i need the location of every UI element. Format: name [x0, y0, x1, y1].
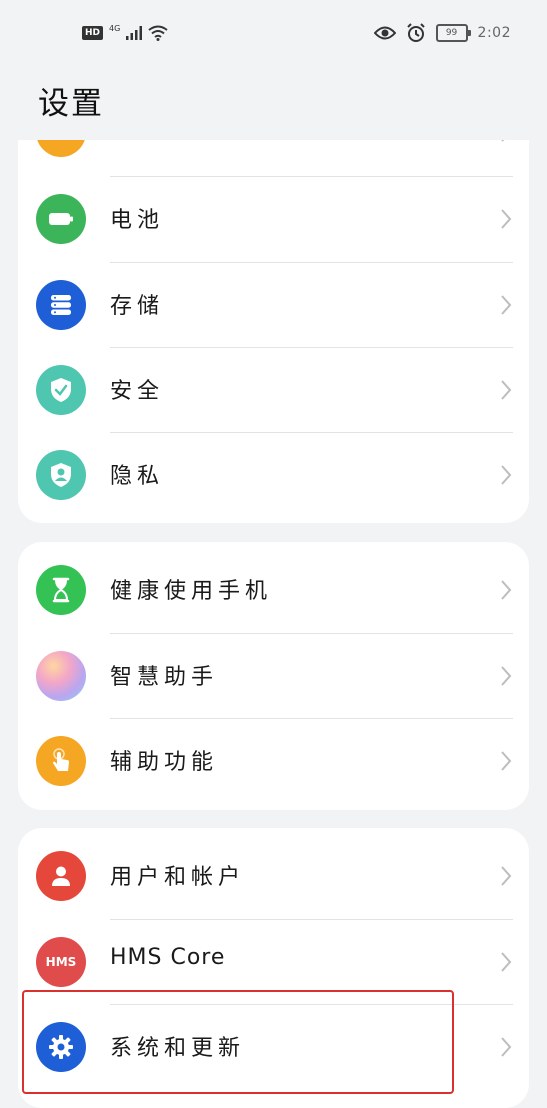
- chevron-right-icon: [501, 866, 512, 886]
- chevron-right-icon: [501, 209, 512, 229]
- chevron-right-icon: [501, 465, 512, 485]
- battery-indicator: 99: [435, 24, 471, 42]
- settings-item-label: 辅助功能: [110, 750, 219, 775]
- chevron-right-icon: [501, 140, 505, 142]
- storage-icon: [36, 280, 86, 330]
- settings-item-storage[interactable]: 存储: [18, 263, 529, 348]
- chevron-right-icon: [501, 295, 512, 315]
- signal-icon: [126, 26, 143, 40]
- chevron-right-icon: [501, 580, 512, 600]
- settings-item-label: 健康使用手机: [110, 579, 273, 604]
- assistant-orb-icon: [36, 651, 86, 701]
- hourglass-icon: [36, 565, 86, 615]
- chevron-right-icon: [501, 952, 512, 972]
- hms-icon: HMS: [36, 937, 86, 987]
- settings-item-digital-balance[interactable]: 健康使用手机: [18, 548, 529, 633]
- eye-icon: [373, 26, 396, 40]
- settings-item-label: 电池: [110, 208, 165, 233]
- settings-group-1: 电池 存储 安全 隐私: [18, 140, 529, 523]
- hd-badge: HD: [82, 26, 104, 40]
- wifi-icon: [148, 25, 168, 41]
- settings-item-label: HMS Core: [110, 945, 226, 970]
- settings-item-label: 用户和帐户: [110, 865, 246, 890]
- page-title: 设置: [38, 86, 104, 122]
- clock: 2:02: [477, 25, 511, 41]
- settings-item-label: 隐私: [110, 464, 165, 489]
- privacy-icon: [36, 450, 86, 500]
- settings-item-assistant[interactable]: 智慧助手: [18, 634, 529, 719]
- chevron-right-icon: [501, 380, 512, 400]
- orange-partial-icon: [36, 140, 86, 157]
- settings-item-privacy[interactable]: 隐私: [18, 433, 529, 518]
- battery-icon: [36, 194, 86, 244]
- alarm-icon: [406, 23, 425, 42]
- settings-item-label: 智慧助手: [110, 665, 219, 690]
- settings-item-partial[interactable]: [18, 140, 529, 175]
- network-type: 4G: [109, 23, 121, 33]
- settings-group-2: 健康使用手机 智慧助手 辅助功能: [18, 542, 529, 810]
- chevron-right-icon: [501, 666, 512, 686]
- shield-icon: [36, 365, 86, 415]
- status-bar: HD 4G 99 2:02: [0, 0, 547, 70]
- settings-item-battery[interactable]: 电池: [18, 177, 529, 262]
- settings-item-users[interactable]: 用户和帐户: [18, 834, 529, 919]
- settings-item-accessibility[interactable]: 辅助功能: [18, 719, 529, 804]
- highlight-annotation: [22, 990, 454, 1094]
- settings-item-label: 安全: [110, 379, 165, 404]
- hand-touch-icon: [36, 736, 86, 786]
- settings-item-label: 存储: [110, 294, 165, 319]
- chevron-right-icon: [501, 1037, 512, 1057]
- chevron-right-icon: [501, 751, 512, 771]
- user-icon: [36, 851, 86, 901]
- settings-item-security[interactable]: 安全: [18, 348, 529, 433]
